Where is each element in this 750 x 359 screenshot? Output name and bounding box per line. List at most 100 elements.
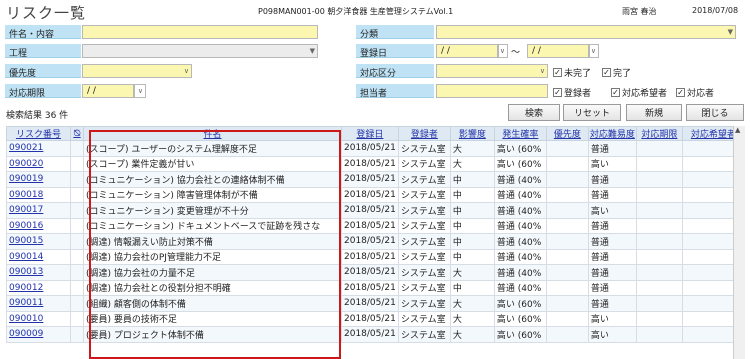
result-count: 検索結果 36 件 (6, 111, 69, 121)
scroll-up-icon[interactable]: ▲ (735, 126, 740, 134)
table-cell: 大 (449, 264, 495, 281)
table-row[interactable]: 090015 (調達) 情報漏えい防止対策不備 2018/05/21 システム室中普通… (6, 233, 745, 250)
table-cell: (コミュニケーション) 障害管理体制が不備 (83, 186, 342, 203)
reg-date-to-dropdown[interactable]: ∨ (589, 44, 599, 58)
reg-date-from-dropdown[interactable]: ∨ (498, 44, 508, 58)
finished-checkbox[interactable]: ✓ 完了 (602, 66, 631, 79)
risk-id-link[interactable]: 090014 (6, 248, 71, 265)
risk-id-link[interactable]: 090015 (6, 233, 71, 250)
table-cell: 大 (449, 140, 495, 157)
deadline-label: 対応期限 (5, 84, 81, 99)
risk-id-link[interactable]: 090020 (6, 155, 71, 172)
table-cell: 2018/05/21 (341, 310, 399, 327)
table-cell: (コミュニケーション) ドキュメントベースで証跡を残さな (83, 217, 342, 234)
reg-date-from-input[interactable]: / / (436, 44, 498, 58)
column-header[interactable]: 登録日 (341, 126, 399, 141)
category-select[interactable]: ▼ (436, 25, 736, 39)
table-row[interactable]: 090019 (コミュニケーション) 協力会社との連絡体制不備 2018/05/21… (6, 171, 745, 188)
table-cell (70, 248, 84, 265)
table-cell: 中 (449, 233, 495, 250)
table-row[interactable]: 090012 (調達) 協力会社との役割分担不明確 2018/05/21 システム室中… (6, 279, 745, 296)
table-cell: 2018/05/21 (341, 233, 399, 250)
table-cell: 普通 (40% (493, 279, 547, 296)
column-header[interactable]: リスク番号 (6, 126, 71, 141)
priority-select[interactable]: ∨ (82, 64, 192, 78)
table-row[interactable]: 090013 (調達) 協力会社の力量不足 2018/05/21 システム室大普通 (… (6, 264, 745, 281)
table-cell: 中 (449, 279, 495, 296)
table-cell: システム室 (397, 217, 451, 234)
table-cell (70, 202, 84, 219)
vertical-scrollbar[interactable]: ▲ (733, 126, 745, 359)
assignee-label: 担当者 (356, 84, 434, 99)
chevron-down-icon: ∨ (499, 47, 505, 55)
table-cell: 中 (449, 217, 495, 234)
column-header[interactable]: 件名 (83, 126, 342, 141)
table-row[interactable]: 090010 (要員) 要員の技術不足 2018/05/21 システム室大高い (60… (6, 310, 745, 327)
risk-id-link[interactable]: 090010 (6, 310, 71, 327)
chevron-down-icon: ∨ (539, 67, 545, 75)
unfinished-checkbox[interactable]: ✓ 未完了 (553, 66, 591, 79)
column-header[interactable]: 対応難易度 (587, 126, 637, 141)
table-cell: 中 (449, 248, 495, 265)
chevron-down-icon: ∨ (590, 47, 596, 55)
checkmark-icon: ✓ (676, 87, 685, 97)
registrant-checkbox[interactable]: ✓ 登録者 (553, 86, 591, 99)
risk-id-link[interactable]: 090016 (6, 217, 71, 234)
table-row[interactable]: 090014 (調達) 協力会社のPJ管理能力不足 2018/05/21 システム室中… (6, 248, 745, 265)
table-row[interactable]: 090011 (組織) 顧客側の体制不備 2018/05/21 システム室大高い (6… (6, 295, 745, 312)
table-cell: システム室 (397, 310, 451, 327)
column-header[interactable]: 影響度 (449, 126, 495, 141)
column-header[interactable]: 発生確率 (493, 126, 547, 141)
risk-id-link[interactable]: 090017 (6, 202, 71, 219)
status-select[interactable]: ∨ (436, 64, 548, 78)
table-cell: 普通 (587, 140, 637, 157)
table-cell: 2018/05/21 (341, 326, 399, 343)
risk-id-link[interactable]: 090013 (6, 264, 71, 281)
table-cell (70, 140, 84, 157)
assignee-input[interactable] (436, 84, 548, 98)
handler-checkbox[interactable]: ✓ 対応者 (676, 86, 714, 99)
table-cell (70, 217, 84, 234)
table-row[interactable]: 090017 (コミュニケーション) 変更管理が不十分 2018/05/21 システム… (6, 202, 745, 219)
risk-id-link[interactable]: 090009 (6, 326, 71, 343)
table-cell: 2018/05/21 (341, 217, 399, 234)
new-button[interactable]: 新規 (626, 104, 682, 121)
reg-date-to-input[interactable]: / / (527, 44, 589, 58)
deadline-dropdown[interactable]: ∨ (134, 84, 146, 98)
table-cell: 中 (449, 202, 495, 219)
table-cell: 普通 (587, 248, 637, 265)
risk-id-link[interactable]: 090019 (6, 171, 71, 188)
table-row[interactable]: 090020 (スコープ) 業件定義が甘い 2018/05/21 システム室大高い (… (6, 155, 745, 172)
process-select[interactable]: ▼ (82, 44, 318, 58)
close-button[interactable]: 閉じる (686, 104, 744, 121)
deadline-input[interactable]: / / (82, 84, 134, 98)
table-row[interactable]: 090009 (要員) プロジェクト体制不備 2018/05/21 システム室大高い … (6, 326, 745, 343)
table-cell: システム室 (397, 233, 451, 250)
table-cell: (スコープ) 業件定義が甘い (83, 155, 342, 172)
attachment-column-header[interactable]: ⦰ (70, 126, 84, 141)
reset-button[interactable]: リセット (563, 104, 621, 121)
table-cell: 高い (587, 310, 637, 327)
column-header[interactable]: 優先度 (545, 126, 589, 141)
risk-id-link[interactable]: 090012 (6, 279, 71, 296)
table-cell (70, 171, 84, 188)
table-row[interactable]: 090018 (コミュニケーション) 障害管理体制が不備 2018/05/21 システ… (6, 186, 745, 203)
column-header[interactable]: 登録者 (397, 126, 451, 141)
table-row[interactable]: 090016 (コミュニケーション) ドキュメントベースで証跡を残さな 2018/0… (6, 217, 745, 234)
table-cell (635, 171, 683, 188)
desired-handler-checkbox[interactable]: ✓ 対応希望者 (611, 86, 667, 99)
risk-id-link[interactable]: 090011 (6, 295, 71, 312)
table-cell: 大 (449, 155, 495, 172)
table-cell: (組織) 顧客側の体制不備 (83, 295, 342, 312)
risk-id-link[interactable]: 090018 (6, 186, 71, 203)
table-cell (70, 310, 84, 327)
table-cell: 2018/05/21 (341, 264, 399, 281)
subject-input[interactable] (82, 25, 318, 39)
search-button[interactable]: 検索 (508, 104, 560, 121)
chevron-down-icon: ▼ (727, 28, 733, 36)
column-header[interactable]: 対応期限 (635, 126, 683, 141)
date-range-tilde: 〜 (511, 48, 521, 58)
risk-id-link[interactable]: 090021 (6, 140, 71, 157)
table-row[interactable]: 090021 (スコープ) ユーザーのシステム理解度不足 2018/05/21 システ… (6, 140, 745, 157)
table-cell: システム室 (397, 155, 451, 172)
